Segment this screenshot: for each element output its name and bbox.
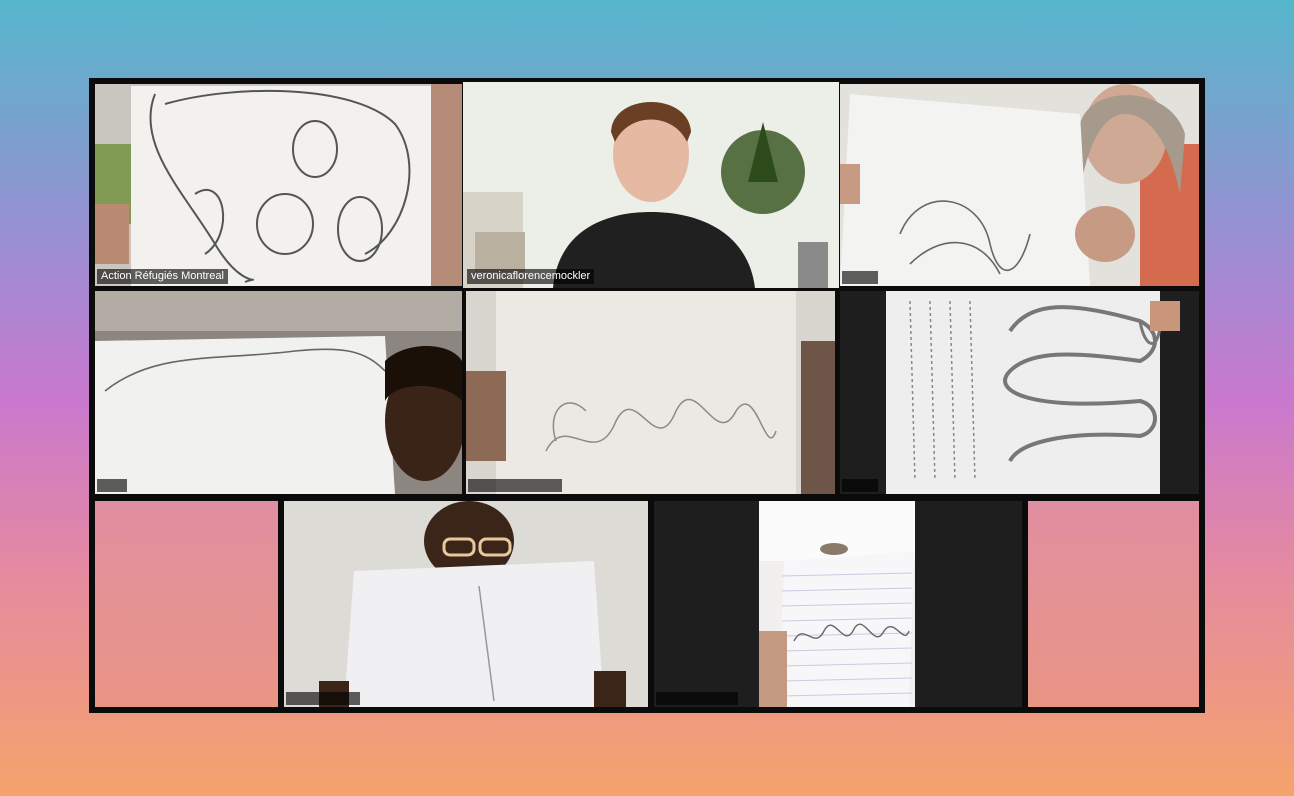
video-tile-participant-4[interactable] bbox=[95, 291, 462, 494]
video-tile-participant-8[interactable] bbox=[654, 501, 1022, 707]
drawing-held-up bbox=[466, 291, 835, 494]
video-tile-action-refugies[interactable]: Action Réfugiés Montreal bbox=[95, 84, 462, 286]
participant-name-label: veronicaflorencemockler bbox=[467, 269, 595, 284]
participant-name-label bbox=[656, 692, 738, 705]
participant-name-label bbox=[842, 271, 878, 284]
video-tile-participant-5[interactable] bbox=[466, 291, 835, 494]
participant-name-label bbox=[842, 479, 878, 492]
participant-name-label bbox=[468, 479, 562, 492]
empty-grid-cell-left bbox=[95, 501, 278, 707]
video-tile-participant-6[interactable] bbox=[840, 291, 1199, 494]
drawing-held-up bbox=[654, 501, 1022, 707]
drawing-held-up bbox=[284, 501, 648, 707]
empty-grid-cell-right bbox=[1028, 501, 1199, 707]
participant-video bbox=[463, 82, 839, 288]
drawing-held-up bbox=[95, 291, 462, 494]
video-tile-participant-7[interactable] bbox=[284, 501, 648, 707]
drawing-held-up bbox=[840, 84, 1199, 286]
video-tile-veronica[interactable]: veronicaflorencemockler bbox=[463, 82, 839, 288]
video-tile-participant-3[interactable] bbox=[840, 84, 1199, 286]
participant-name-label: Action Réfugiés Montreal bbox=[97, 269, 228, 284]
participant-name-label bbox=[286, 692, 360, 705]
drawing-held-up bbox=[840, 291, 1199, 494]
drawing-held-up bbox=[95, 84, 462, 286]
video-gallery: Action Réfugiés Montreal veronicaflorenc… bbox=[89, 78, 1205, 713]
participant-name-label bbox=[97, 479, 127, 492]
